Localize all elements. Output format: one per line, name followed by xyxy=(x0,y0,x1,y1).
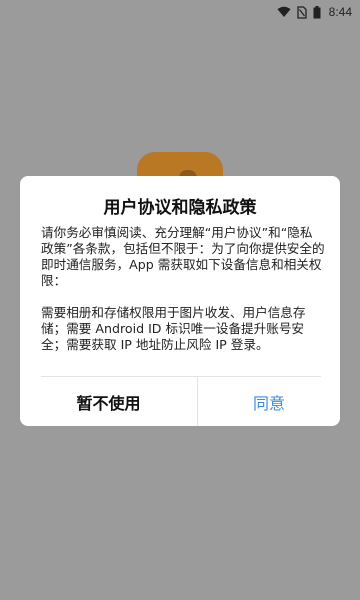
status-bar: 8:44 xyxy=(0,0,360,24)
decline-button[interactable]: 暂不使用 xyxy=(20,377,197,426)
dialog-body: 请你务必审慎阅读、充分理解“用户协议”和“隐私政策”各条款，包括但不限于：为了向… xyxy=(41,225,325,353)
privacy-dialog: 用户协议和隐私政策 请你务必审慎阅读、充分理解“用户协议”和“隐私政策”各条款，… xyxy=(20,176,340,426)
agree-button[interactable]: 同意 xyxy=(198,377,340,426)
no-sim-icon xyxy=(296,5,307,19)
dialog-paragraph-permissions: 需要相册和存储权限用于图片收发、用户信息存储；需要 Android ID 标识唯… xyxy=(41,305,306,352)
wifi-icon xyxy=(277,6,291,18)
dialog-paragraph-consent: 请你务必审慎阅读、充分理解“用户协议”和“隐私政策”各条款，包括但不限于：为了向… xyxy=(41,225,325,288)
clock-time: 8:44 xyxy=(328,5,352,19)
battery-icon xyxy=(313,5,321,19)
dialog-title: 用户协议和隐私政策 xyxy=(103,198,257,218)
